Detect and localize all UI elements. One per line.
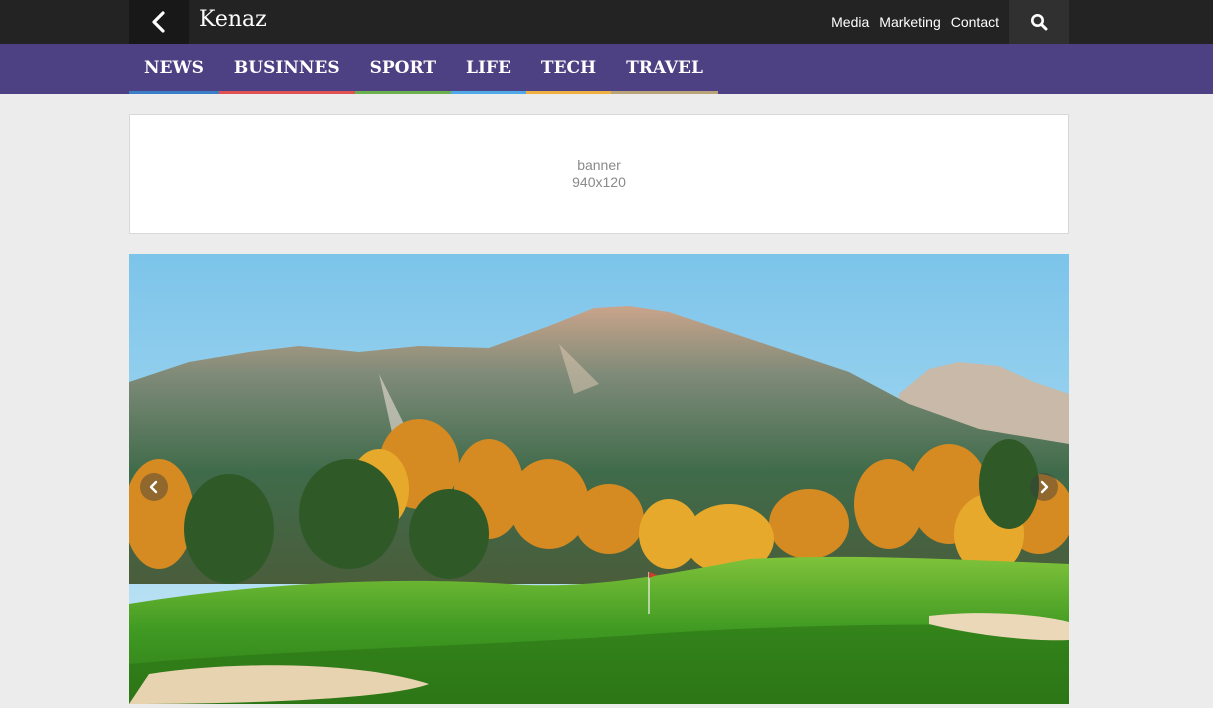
hero-image [129,254,1069,704]
nav-item-businnes[interactable]: BUSINNES [218,44,355,94]
nav-item-label: NEWS [144,58,204,78]
nav-item-label: LIFE [465,58,511,78]
nav-item-underline [611,91,718,94]
nav-item-underline [218,91,355,94]
nav-item-label: BUSINNES [233,58,340,78]
back-button[interactable] [129,0,189,44]
site-logo[interactable]: Kenaz [199,0,267,44]
chevron-left-icon [149,480,158,494]
nav-item-label: SPORT [369,58,436,78]
banner-label: banner [577,157,621,173]
search-icon [1031,14,1048,31]
top-links: Media Marketing Contact [831,0,999,44]
top-link-media[interactable]: Media [831,14,869,30]
nav-item-label: TRAVEL [626,58,703,78]
hero-slider [129,254,1069,704]
slider-next-button[interactable] [1030,473,1058,501]
top-bar: Kenaz Media Marketing Contact [0,0,1213,44]
chevron-left-icon [152,11,165,33]
search-button[interactable] [1009,0,1069,44]
nav-item-label: TECH [540,58,597,78]
banner-size: 940x120 [572,174,626,190]
top-link-marketing[interactable]: Marketing [879,14,940,30]
ad-banner[interactable]: banner 940x120 [129,114,1069,234]
chevron-right-icon [1040,480,1049,494]
nav-item-underline [450,91,526,94]
nav-item-news[interactable]: NEWS [129,44,219,94]
category-list: NEWS BUSINNES SPORT LIFE TECH TRAVEL [129,44,718,94]
slider-prev-button[interactable] [140,473,168,501]
nav-item-underline [525,91,612,94]
category-nav: NEWS BUSINNES SPORT LIFE TECH TRAVEL [0,44,1213,94]
nav-item-underline [129,91,219,94]
nav-item-travel[interactable]: TRAVEL [611,44,718,94]
top-link-contact[interactable]: Contact [951,14,999,30]
nav-item-sport[interactable]: SPORT [354,44,451,94]
nav-item-underline [354,91,451,94]
nav-item-life[interactable]: LIFE [450,44,526,94]
nav-item-tech[interactable]: TECH [525,44,612,94]
